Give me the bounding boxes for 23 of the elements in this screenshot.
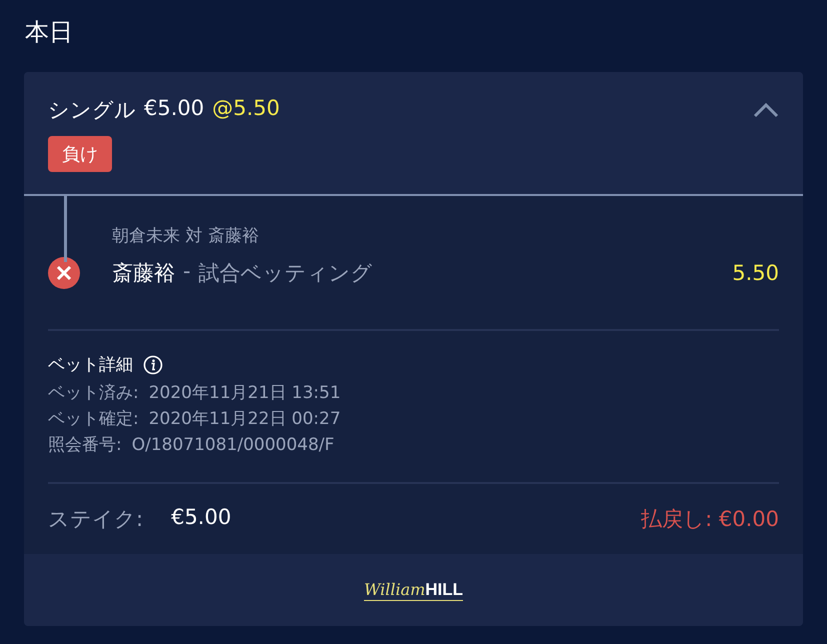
stake-label: ステイク: (48, 506, 144, 533)
selection-odds: 5.50 (732, 261, 779, 285)
info-icon[interactable] (143, 354, 163, 374)
event-name: 朝倉未来 対 斎藤裕 (112, 225, 260, 247)
detail-label: ベット確定: (48, 408, 139, 431)
detail-value: 2020年11月21日 13:51 (148, 382, 341, 405)
logo: WilliamHILL (364, 580, 464, 600)
stake-value: €5.00 (171, 505, 232, 531)
returns-amount: 払戻し: €0.00 (641, 506, 779, 533)
detail-value: 2020年11月22日 00:27 (148, 408, 341, 431)
section-title: 本日 (25, 17, 74, 48)
selection-pick: 斎藤裕 (112, 260, 175, 287)
bet-odds: @5.50 (212, 96, 280, 122)
separator: - (183, 259, 191, 285)
detail-label: ベット済み: (48, 382, 139, 405)
bet-type: シングル (48, 97, 136, 124)
bet-stake: €5.00 (144, 96, 204, 122)
market-name: 試合ベッティング (198, 260, 373, 287)
details-title: ベット詳細 (48, 354, 133, 376)
detail-label: 照会番号: (48, 434, 122, 457)
detail-value: O/18071081/0000048/F (132, 434, 334, 457)
chevron-up-icon[interactable] (753, 102, 779, 118)
result-badge: 負け (48, 136, 112, 172)
